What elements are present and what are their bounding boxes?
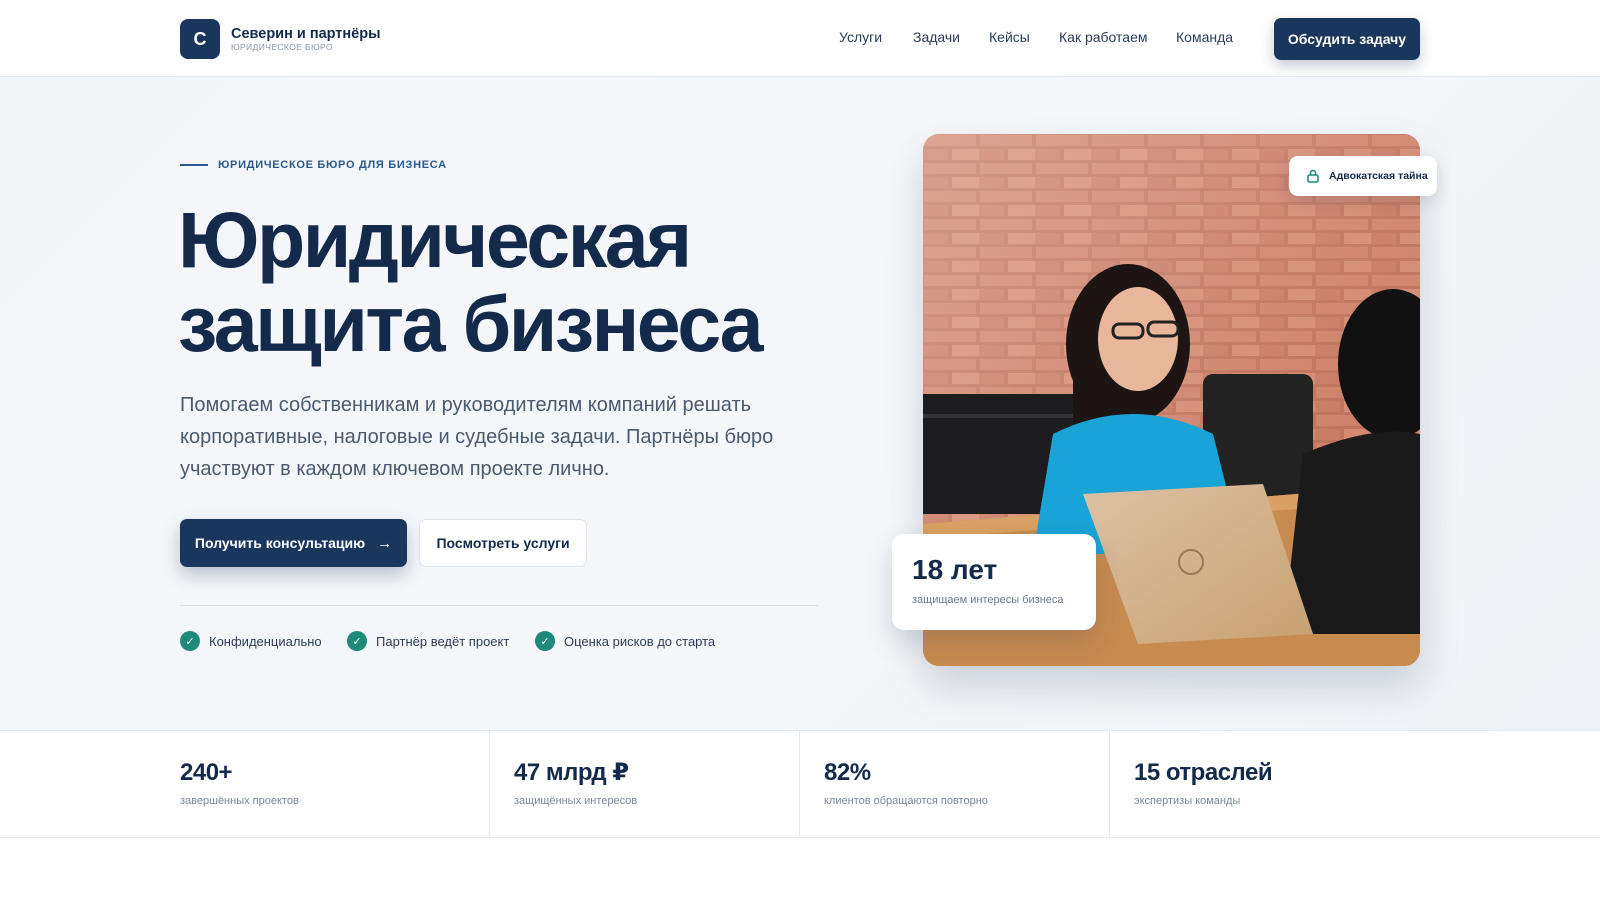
view-services-button[interactable]: Посмотреть услуги [419, 519, 587, 567]
nav-item-how-we-work[interactable]: Как работаем [1059, 29, 1147, 45]
eyebrow-line [180, 164, 208, 166]
nav-item-team[interactable]: Команда [1176, 29, 1233, 45]
hero-title: Юридическая защита бизнеса [178, 198, 858, 366]
nav-item-cases[interactable]: Кейсы [989, 29, 1030, 45]
stat-divider [799, 731, 800, 838]
stat-caption: завершённых проектов [180, 795, 299, 807]
arrow-right-icon: → [377, 534, 393, 552]
stat-industries: 15 отраслей экспертизы команды [1134, 759, 1273, 807]
eyebrow-text: ЮРИДИЧЕСКОЕ БЮРО ДЛЯ БИЗНЕСА [218, 159, 447, 171]
nav-item-services[interactable]: Услуги [839, 29, 882, 45]
feature-label: Партнёр ведёт проект [376, 633, 510, 649]
feature-risk-assessment: ✓ Оценка рисков до старта [535, 631, 715, 651]
discuss-task-button[interactable]: Обсудить задачу [1274, 18, 1420, 60]
experience-value: 18 лет [912, 554, 998, 585]
stat-caption: экспертизы команды [1134, 795, 1241, 807]
feature-partner-leads: ✓ Партнёр ведёт проект [347, 631, 509, 651]
experience-caption: защищаем интересы бизнеса [912, 594, 1064, 606]
check-icon: ✓ [347, 631, 367, 651]
attorney-privilege-badge: Адвокатская тайна [1289, 156, 1437, 196]
experience-card: 18 лет защищаем интересы бизнеса [892, 534, 1096, 630]
feature-confidential: ✓ Конфиденциально [180, 631, 322, 651]
stat-value: 240+ [180, 759, 233, 786]
lock-icon [1307, 169, 1319, 183]
stat-divider [1109, 731, 1110, 838]
stat-caption: защищённых интересов [514, 795, 638, 807]
site-header: С Северин и партнёры ЮРИДИЧЕСКОЕ БЮРО Ус… [0, 0, 1600, 77]
stat-value: 15 отраслей [1134, 759, 1273, 786]
stats-bar: 240+ завершённых проектов 47 млрд ₽ защи… [0, 730, 1600, 838]
hero-divider [180, 605, 818, 606]
check-icon: ✓ [535, 631, 555, 651]
stat-value: 47 млрд ₽ [514, 759, 629, 786]
hero-title-line1: Юридическая [178, 195, 692, 284]
badge-label: Адвокатская тайна [1329, 170, 1428, 182]
check-icon: ✓ [180, 631, 200, 651]
hero-eyebrow: ЮРИДИЧЕСКОЕ БЮРО ДЛЯ БИЗНЕСА [180, 159, 447, 171]
stat-divider [489, 731, 490, 838]
hero-lead: Помогаем собственникам и руководителям к… [180, 394, 774, 480]
stat-protected-interests: 47 млрд ₽ защищённых интересов [514, 759, 637, 807]
feature-label: Конфиденциально [209, 633, 322, 649]
stat-projects: 240+ завершённых проектов [180, 759, 299, 807]
stat-caption: клиентов обращаются повторно [824, 795, 988, 807]
hero-title-line2: защита бизнеса [178, 279, 764, 368]
nav-item-tasks[interactable]: Задачи [913, 29, 960, 45]
stat-repeat-clients: 82% клиентов обращаются повторно [824, 759, 988, 807]
get-consultation-label: Получить консультацию [194, 535, 366, 551]
feature-label: Оценка рисков до старта [564, 633, 716, 649]
stat-value: 82% [824, 759, 871, 786]
get-consultation-button[interactable]: Получить консультацию → [180, 519, 407, 567]
